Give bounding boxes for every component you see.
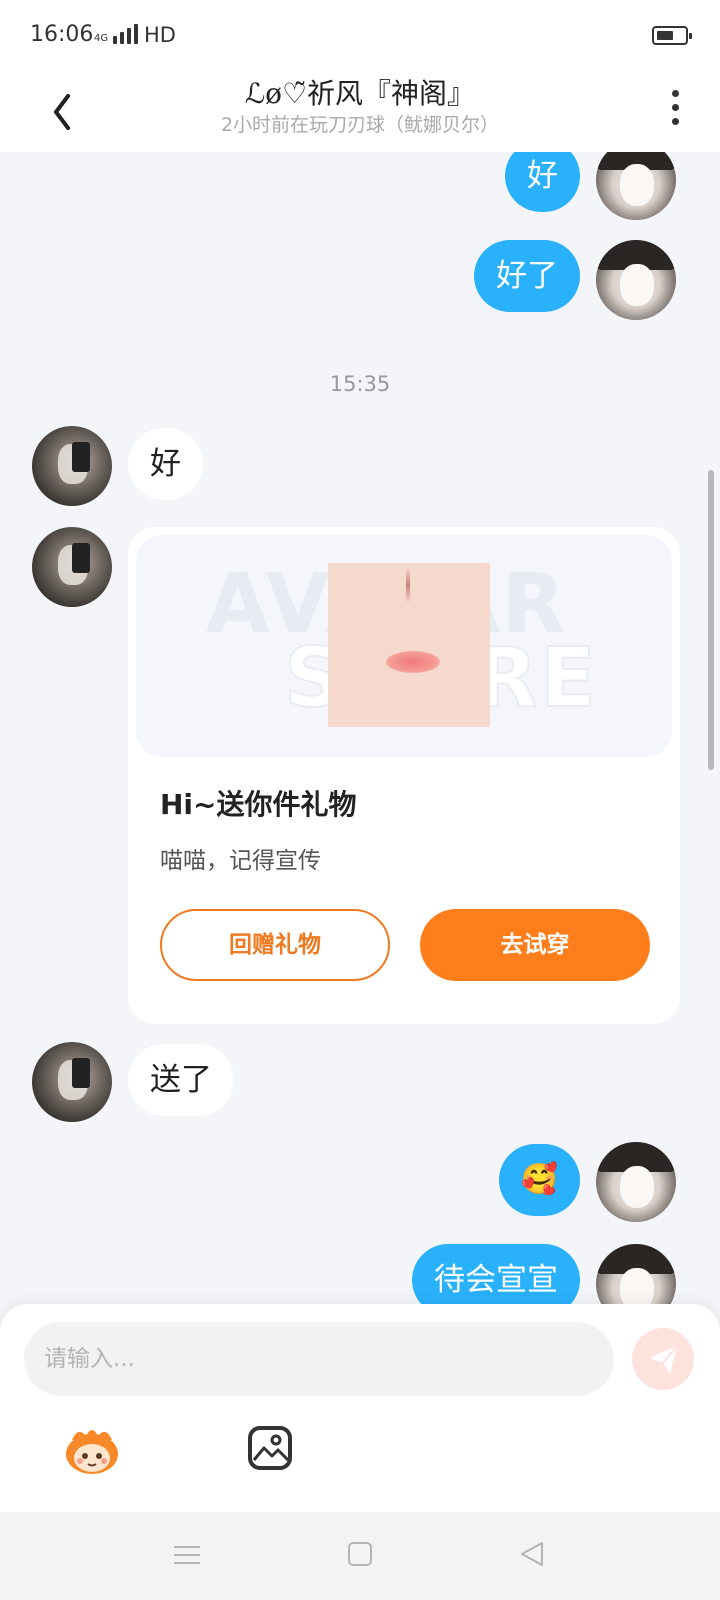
network-type: 4G [94, 33, 109, 44]
menu-icon[interactable] [174, 1544, 202, 1566]
battery-icon [652, 26, 692, 45]
gift-description: 喵喵，记得宣传 [160, 848, 321, 874]
signal-icon: 4G [94, 24, 139, 44]
more-button[interactable] [664, 86, 688, 130]
return-gift-button[interactable]: 回赠礼物 [160, 909, 390, 981]
contact-status: 2小时前在玩刀刃球（鱿娜贝尔） [220, 114, 500, 136]
image-button[interactable] [248, 1426, 292, 1470]
message-bubble-emoji[interactable]: 🥰 [498, 1144, 580, 1216]
status-bar: 16:06 4G HD [0, 0, 720, 72]
mascot-avatar-button[interactable] [62, 1426, 122, 1476]
mascot-avatar-icon [66, 1430, 118, 1474]
system-navigation-bar [0, 1512, 720, 1600]
contact-avatar[interactable] [32, 1042, 112, 1122]
hd-indicator: HD [144, 23, 176, 47]
my-avatar[interactable] [596, 240, 676, 320]
message-bubble-outgoing[interactable]: 好了 [474, 240, 580, 312]
back-button[interactable] [44, 84, 88, 132]
contact-avatar[interactable] [32, 527, 112, 607]
send-button[interactable] [632, 1328, 694, 1390]
message-bubble-incoming[interactable]: 送了 [128, 1044, 234, 1116]
image-icon [252, 1434, 288, 1462]
home-icon[interactable] [348, 1542, 372, 1566]
message-input[interactable] [24, 1322, 614, 1396]
more-icon [672, 90, 679, 97]
my-avatar[interactable] [596, 1142, 676, 1222]
gift-preview-image[interactable]: AVATAR STORE [136, 535, 672, 757]
gift-face-item [328, 563, 490, 727]
chat-header: ℒø♡̃祈风『神阁』 2小时前在玩刀刃球（鱿娜贝尔） [0, 72, 720, 152]
contact-avatar[interactable] [32, 426, 112, 506]
battery-level [657, 31, 673, 40]
scrollbar[interactable] [708, 470, 714, 770]
my-avatar[interactable] [596, 152, 676, 220]
message-bubble-outgoing[interactable]: 待会宣宣 [412, 1244, 580, 1304]
contact-name: ℒø♡̃祈风『神阁』 [244, 77, 476, 110]
status-time: 16:06 [30, 22, 94, 47]
message-bubble-incoming[interactable]: 好 [128, 428, 203, 500]
gift-card[interactable]: AVATAR STORE Hi~送你件礼物 喵喵，记得宣传 回赠礼物 去试穿 [128, 527, 680, 1024]
nav-back-icon[interactable] [518, 1540, 546, 1568]
message-bubble-outgoing[interactable]: 好 [505, 152, 580, 212]
time-separator: 15:35 [329, 372, 391, 396]
try-on-button[interactable]: 去试穿 [420, 909, 650, 981]
gift-title: Hi~送你件礼物 [160, 788, 357, 821]
back-icon [54, 94, 70, 130]
input-panel [0, 1304, 720, 1512]
chat-area[interactable]: 好 好了 15:35 好 AVATAR STORE Hi~送你件礼物 喵喵，记得… [0, 152, 720, 1304]
my-avatar[interactable] [596, 1244, 676, 1304]
send-icon [649, 1345, 678, 1374]
